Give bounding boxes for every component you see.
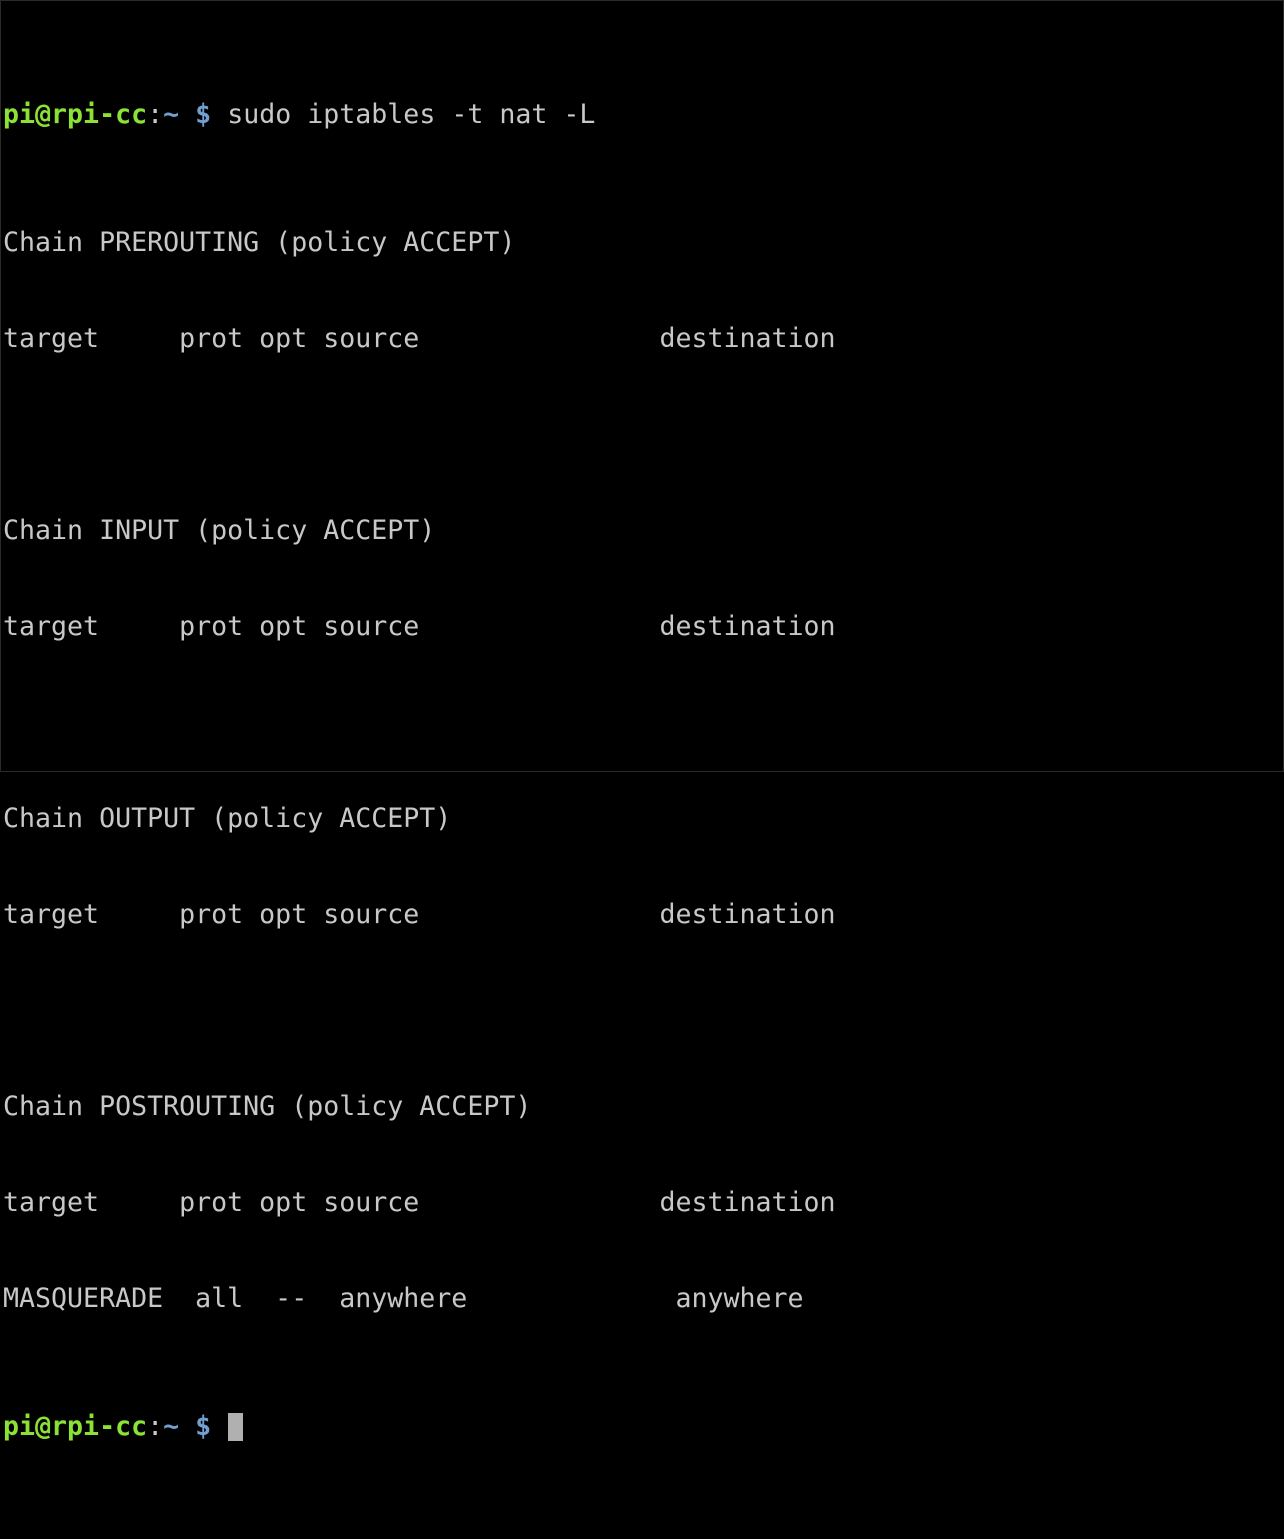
prompt-colon: :: [147, 1411, 164, 1442]
prompt-symbol: $: [195, 99, 212, 130]
command-line: pi@rpi-cc:~ $ sudo iptables -t nat -L: [3, 99, 836, 131]
terminal-screen: pi@rpi-cc:~ $ sudo iptables -t nat -L Ch…: [3, 3, 836, 1539]
output-line: target prot opt source destination: [3, 1187, 836, 1218]
terminal-window[interactable]: pi@rpi-cc:~ $ sudo iptables -t nat -L Ch…: [0, 0, 1284, 1442]
active-prompt-line[interactable]: pi@rpi-cc:~ $: [3, 1411, 836, 1443]
output-line: Chain INPUT (policy ACCEPT): [3, 515, 436, 546]
text-cursor[interactable]: [228, 1413, 244, 1441]
prompt-symbol: $: [195, 1411, 212, 1442]
output-line: MASQUERADE all -- anywhere anywhere: [3, 1283, 804, 1314]
prompt-cwd: ~: [163, 1411, 180, 1442]
output-line: target prot opt source destination: [3, 323, 836, 354]
prompt-colon: :: [147, 99, 164, 130]
command-text: sudo iptables -t nat -L: [227, 99, 596, 130]
prompt-cwd: ~: [163, 99, 180, 130]
prompt-user-host: pi@rpi-cc: [3, 1411, 148, 1442]
output-line: target prot opt source destination: [3, 899, 836, 930]
prompt-user-host: pi@rpi-cc: [3, 99, 148, 130]
output-line: Chain PREROUTING (policy ACCEPT): [3, 227, 516, 258]
output-line: target prot opt source destination: [3, 611, 836, 642]
output-line: Chain OUTPUT (policy ACCEPT): [3, 803, 452, 834]
output-line: Chain POSTROUTING (policy ACCEPT): [3, 1091, 532, 1122]
